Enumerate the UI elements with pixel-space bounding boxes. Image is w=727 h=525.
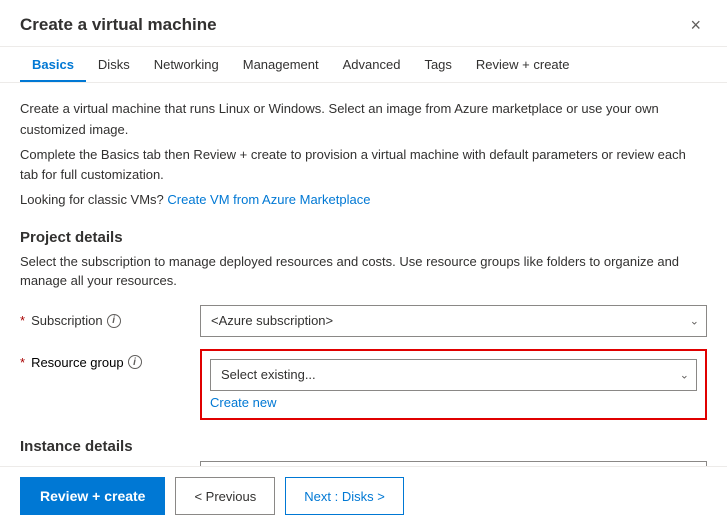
close-button[interactable]: × — [684, 14, 707, 36]
project-details-title: Project details — [20, 229, 707, 246]
description-line2: Complete the Basics tab then Review + cr… — [20, 145, 707, 187]
dialog-header: Create a virtual machine × — [0, 0, 727, 47]
resource-group-required-star: * — [20, 355, 25, 370]
tab-disks[interactable]: Disks — [86, 47, 142, 82]
subscription-required-star: * — [20, 313, 25, 328]
resource-group-label-col: * Resource group i — [20, 349, 200, 370]
tab-management[interactable]: Management — [231, 47, 331, 82]
instance-details-title: Instance details — [20, 438, 707, 455]
project-details-desc: Select the subscription to manage deploy… — [20, 252, 707, 291]
vm-name-control — [200, 461, 707, 466]
dialog-title: Create a virtual machine — [20, 15, 217, 35]
create-new-resource-group-link[interactable]: Create new — [210, 395, 697, 410]
resource-group-row: * Resource group i Select existing... ⌄ … — [20, 349, 707, 420]
subscription-control: <Azure subscription> ⌄ — [200, 305, 707, 337]
resource-group-info-icon[interactable]: i — [128, 355, 142, 369]
description-line1: Create a virtual machine that runs Linux… — [20, 99, 707, 141]
tab-basics[interactable]: Basics — [20, 47, 86, 82]
classic-vms-prompt: Looking for classic VMs? Create VM from … — [20, 190, 707, 211]
resource-group-select-wrapper: Select existing... ⌄ — [210, 359, 697, 391]
create-vm-dialog: Create a virtual machine × Basics Disks … — [0, 0, 727, 525]
subscription-row: * Subscription i <Azure subscription> ⌄ — [20, 305, 707, 337]
create-vm-marketplace-link[interactable]: Create VM from Azure Marketplace — [167, 192, 370, 207]
resource-group-box: Select existing... ⌄ Create new — [200, 349, 707, 420]
subscription-label: * Subscription i — [20, 313, 200, 328]
dialog-body: Create a virtual machine that runs Linux… — [0, 83, 727, 466]
tab-advanced[interactable]: Advanced — [331, 47, 413, 82]
subscription-info-icon[interactable]: i — [107, 314, 121, 328]
previous-button[interactable]: < Previous — [175, 477, 275, 515]
tab-tags[interactable]: Tags — [412, 47, 463, 82]
tabs-bar: Basics Disks Networking Management Advan… — [0, 47, 727, 83]
next-button[interactable]: Next : Disks > — [285, 477, 404, 515]
review-create-button[interactable]: Review + create — [20, 477, 165, 515]
resource-group-select[interactable]: Select existing... — [210, 359, 697, 391]
vm-name-input[interactable] — [200, 461, 707, 466]
resource-group-right-col: Select existing... ⌄ Create new — [200, 349, 707, 420]
tab-review-create[interactable]: Review + create — [464, 47, 582, 82]
tab-networking[interactable]: Networking — [142, 47, 231, 82]
dialog-footer: Review + create < Previous Next : Disks … — [0, 466, 727, 525]
subscription-select[interactable]: <Azure subscription> — [200, 305, 707, 337]
